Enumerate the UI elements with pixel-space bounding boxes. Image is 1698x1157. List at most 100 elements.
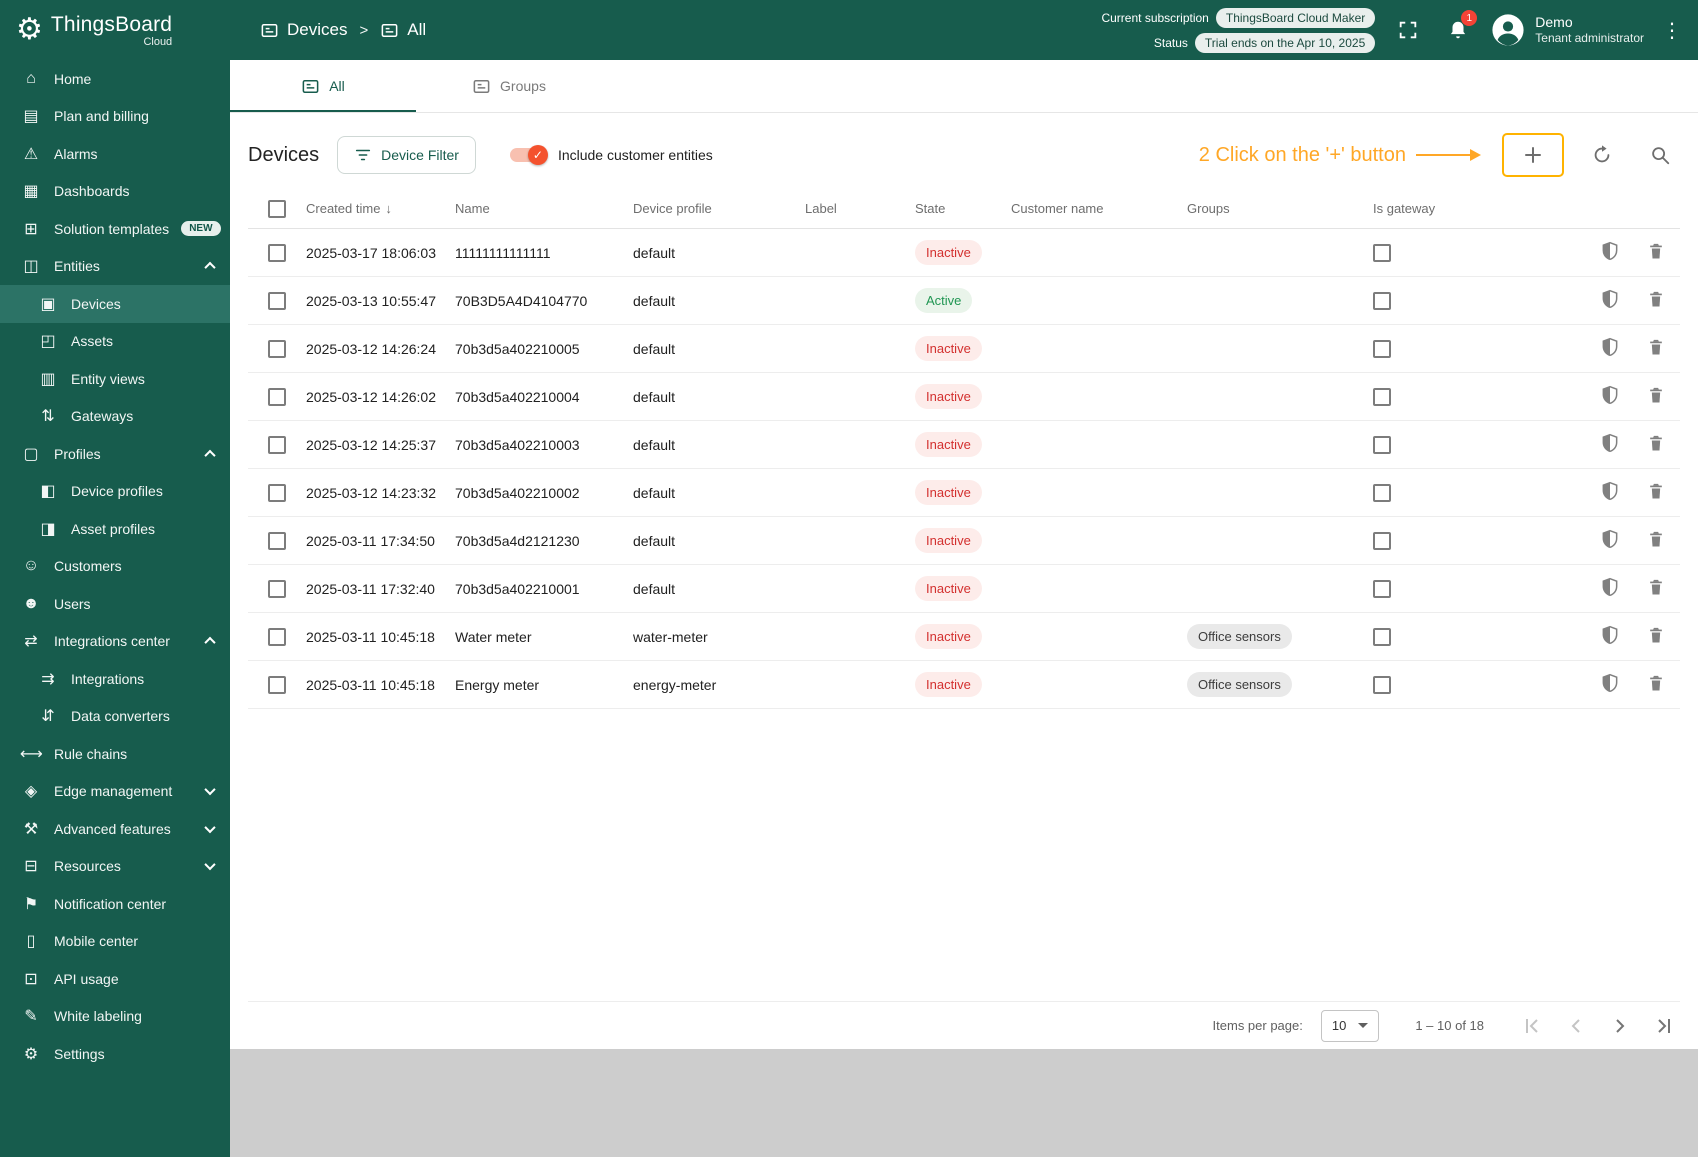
security-button[interactable]: [1600, 385, 1620, 408]
user-menu[interactable]: Demo Tenant administrator: [1491, 13, 1644, 47]
is-gateway-checkbox[interactable]: [1373, 339, 1391, 358]
sidebar-item-customers[interactable]: ☺ Customers: [0, 548, 230, 586]
delete-button[interactable]: [1646, 529, 1666, 552]
sidebar-item-rule-chains[interactable]: ⟷ Rule chains: [0, 735, 230, 773]
security-button[interactable]: [1600, 337, 1620, 360]
first-page-button[interactable]: [1520, 1014, 1544, 1038]
sidebar-item-users[interactable]: ☻ Users: [0, 585, 230, 623]
security-button[interactable]: [1600, 673, 1620, 696]
row-checkbox[interactable]: [268, 627, 286, 646]
subscription-badge[interactable]: ThingsBoard Cloud Maker: [1215, 7, 1376, 28]
column-name[interactable]: Name: [455, 201, 633, 216]
row-checkbox[interactable]: [268, 675, 286, 694]
notifications-button[interactable]: 1: [1441, 10, 1478, 47]
security-button[interactable]: [1600, 625, 1620, 648]
device-filter-button[interactable]: Device Filter: [337, 136, 476, 174]
is-gateway-checkbox[interactable]: [1373, 435, 1391, 454]
delete-button[interactable]: [1646, 673, 1666, 696]
row-checkbox[interactable]: [268, 483, 286, 502]
is-gateway-checkbox[interactable]: [1373, 675, 1391, 694]
sidebar-item-entities[interactable]: ◫ Entities: [0, 248, 230, 286]
is-gateway-checkbox[interactable]: [1373, 483, 1391, 502]
breadcrumb-all[interactable]: All: [380, 20, 426, 40]
table-row[interactable]: 2025-03-11 17:34:50 70b3d5a4d2121230 def…: [248, 517, 1680, 565]
security-button[interactable]: [1600, 481, 1620, 504]
sidebar-item-solution-templates[interactable]: ⊞ Solution templates NEW: [0, 210, 230, 248]
security-button[interactable]: [1600, 433, 1620, 456]
sidebar-item-notification-center[interactable]: ⚑ Notification center: [0, 885, 230, 923]
include-customer-entities-toggle[interactable]: [509, 145, 548, 165]
is-gateway-checkbox[interactable]: [1373, 627, 1391, 646]
row-checkbox[interactable]: [268, 291, 286, 310]
sidebar-item-entity-views[interactable]: ▥ Entity views: [0, 360, 230, 398]
sidebar-item-api-usage[interactable]: ⊡ API usage: [0, 960, 230, 998]
add-device-button[interactable]: [1502, 133, 1564, 177]
sidebar-item-edge-management[interactable]: ◈ Edge management: [0, 773, 230, 811]
sidebar-item-devices[interactable]: ▣ Devices: [0, 285, 230, 323]
breadcrumb-devices[interactable]: Devices: [260, 20, 347, 40]
delete-button[interactable]: [1646, 577, 1666, 600]
sidebar-item-integrations[interactable]: ⇉ Integrations: [0, 660, 230, 698]
is-gateway-checkbox[interactable]: [1373, 387, 1391, 406]
fullscreen-button[interactable]: [1391, 13, 1425, 47]
sidebar-item-alarms[interactable]: ⚠ Alarms: [0, 135, 230, 173]
table-row[interactable]: 2025-03-13 10:55:47 70B3D5A4D4104770 def…: [248, 277, 1680, 325]
sidebar-item-dashboards[interactable]: ▦ Dashboards: [0, 173, 230, 211]
previous-page-button[interactable]: [1564, 1014, 1588, 1038]
search-button[interactable]: [1640, 135, 1680, 175]
sidebar-item-home[interactable]: ⌂ Home: [0, 60, 230, 98]
items-per-page-select[interactable]: 10: [1320, 1009, 1380, 1042]
sidebar-item-settings[interactable]: ⚙ Settings: [0, 1035, 230, 1073]
trial-status-badge[interactable]: Trial ends on the Apr 10, 2025: [1194, 32, 1376, 53]
row-checkbox[interactable]: [268, 387, 286, 406]
row-checkbox[interactable]: [268, 579, 286, 598]
column-state[interactable]: State: [915, 201, 1011, 216]
sidebar-item-assets[interactable]: ◰ Assets: [0, 323, 230, 361]
delete-button[interactable]: [1646, 385, 1666, 408]
table-row[interactable]: 2025-03-12 14:23:32 70b3d5a402210002 def…: [248, 469, 1680, 517]
sidebar-item-plan-and-billing[interactable]: ▤ Plan and billing: [0, 98, 230, 136]
security-button[interactable]: [1600, 289, 1620, 312]
sidebar-item-integrations-center[interactable]: ⇄ Integrations center: [0, 623, 230, 661]
delete-button[interactable]: [1646, 289, 1666, 312]
table-row[interactable]: 2025-03-11 17:32:40 70b3d5a402210001 def…: [248, 565, 1680, 613]
sidebar-item-gateways[interactable]: ⇅ Gateways: [0, 398, 230, 436]
is-gateway-checkbox[interactable]: [1373, 579, 1391, 598]
delete-button[interactable]: [1646, 481, 1666, 504]
next-page-button[interactable]: [1608, 1014, 1632, 1038]
sidebar-item-resources[interactable]: ⊟ Resources: [0, 848, 230, 886]
thingsboard-logo[interactable]: ⚙ ThingsBoard Cloud: [0, 13, 230, 48]
column-label[interactable]: Label: [805, 201, 915, 216]
is-gateway-checkbox[interactable]: [1373, 291, 1391, 310]
security-button[interactable]: [1600, 577, 1620, 600]
sidebar-item-advanced-features[interactable]: ⚒ Advanced features: [0, 810, 230, 848]
table-row[interactable]: 2025-03-11 10:45:18 Energy meter energy-…: [248, 661, 1680, 709]
select-all-checkbox[interactable]: [268, 199, 286, 218]
table-row[interactable]: 2025-03-12 14:26:24 70b3d5a402210005 def…: [248, 325, 1680, 373]
sidebar-item-data-converters[interactable]: ⇵ Data converters: [0, 698, 230, 736]
delete-button[interactable]: [1646, 625, 1666, 648]
sidebar-item-white-labeling[interactable]: ✎ White labeling: [0, 998, 230, 1036]
delete-button[interactable]: [1646, 241, 1666, 264]
row-checkbox[interactable]: [268, 531, 286, 550]
column-device-profile[interactable]: Device profile: [633, 201, 805, 216]
security-button[interactable]: [1600, 529, 1620, 552]
sidebar-item-profiles[interactable]: ▢ Profiles: [0, 435, 230, 473]
more-menu-icon[interactable]: [1660, 18, 1684, 43]
tab-groups[interactable]: Groups: [416, 60, 602, 112]
is-gateway-checkbox[interactable]: [1373, 531, 1391, 550]
row-checkbox[interactable]: [268, 435, 286, 454]
sidebar-item-asset-profiles[interactable]: ◨ Asset profiles: [0, 510, 230, 548]
last-page-button[interactable]: [1652, 1014, 1676, 1038]
table-row[interactable]: 2025-03-12 14:25:37 70b3d5a402210003 def…: [248, 421, 1680, 469]
table-row[interactable]: 2025-03-11 10:45:18 Water meter water-me…: [248, 613, 1680, 661]
column-created-time[interactable]: Created time ↓: [306, 201, 455, 216]
table-row[interactable]: 2025-03-17 18:06:03 11111111111111 defau…: [248, 229, 1680, 277]
row-checkbox[interactable]: [268, 339, 286, 358]
column-is-gateway[interactable]: Is gateway: [1373, 201, 1450, 216]
refresh-button[interactable]: [1582, 135, 1622, 175]
column-customer-name[interactable]: Customer name: [1011, 201, 1187, 216]
security-button[interactable]: [1600, 241, 1620, 264]
is-gateway-checkbox[interactable]: [1373, 243, 1391, 262]
tab-all[interactable]: All: [230, 60, 416, 112]
